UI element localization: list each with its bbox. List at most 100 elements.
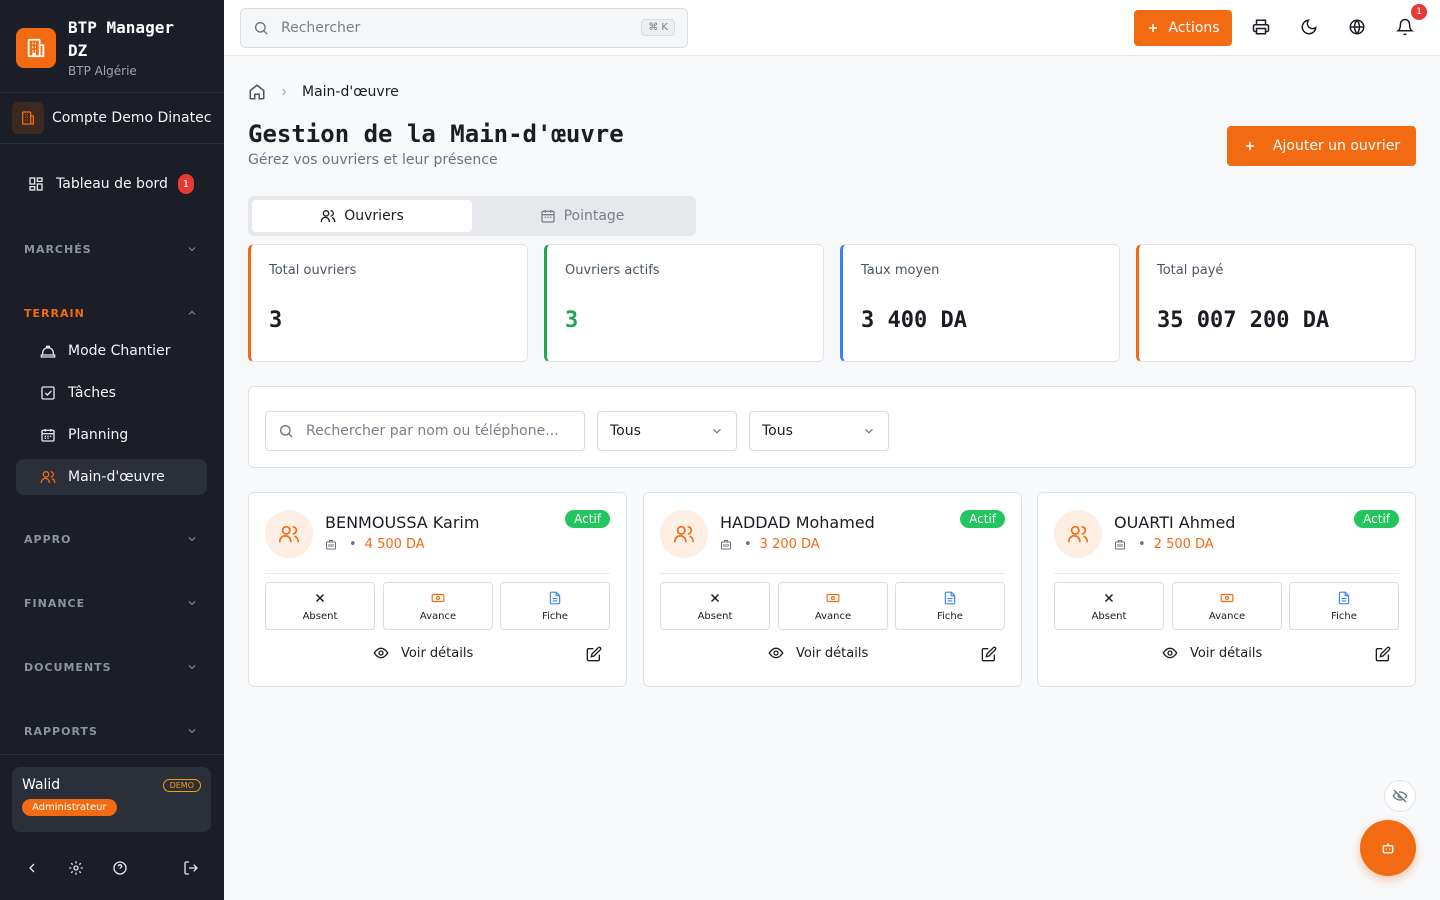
sidebar: BTP Manager DZ BTP Algérie Compte Demo D… [0, 0, 224, 900]
actions-button[interactable]: Actions [1134, 10, 1232, 46]
status-badge: Actif [565, 510, 610, 528]
chevron-down-icon [713, 428, 721, 434]
add-worker-button[interactable]: Ajouter un ouvrier [1227, 126, 1416, 166]
section-label: APPRO [24, 532, 72, 546]
section-label: FINANCE [24, 596, 86, 610]
search-icon [280, 425, 293, 438]
users-icon [40, 469, 56, 485]
account-switcher[interactable]: Compte Demo Dinatec [0, 92, 224, 144]
chevron-down-icon [865, 428, 873, 434]
chevron-up-icon [186, 307, 198, 319]
stat-card: Total ouvriers 3 [248, 244, 528, 362]
sidebar-item-label: Planning [68, 427, 129, 443]
avance-label: Avance [814, 610, 852, 622]
dark-mode-moon-icon[interactable] [1300, 18, 1318, 36]
fiche-button[interactable]: Fiche [895, 582, 1005, 630]
type-filter-select[interactable]: Tous [749, 411, 889, 451]
avance-button[interactable]: Avance [778, 582, 888, 630]
worker-meta: • 4 500 DA [325, 537, 425, 552]
sidebar-item-taches[interactable]: Tâches [16, 375, 207, 411]
page-title: Gestion de la Main-d'œuvre [248, 120, 624, 148]
tab-pointage[interactable]: Pointage [472, 200, 692, 232]
topbar: Rechercher ⌘ K Actions 1 [224, 0, 1440, 56]
hide-toggle-eye-off-icon[interactable] [1384, 780, 1416, 812]
home-icon[interactable] [248, 83, 266, 101]
worker-name: OUARTI Ahmed [1114, 513, 1236, 532]
add-worker-label: Ajouter un ouvrier [1272, 138, 1401, 154]
close-icon [1102, 591, 1116, 605]
fiche-button[interactable]: Fiche [1289, 582, 1399, 630]
worker-rate: 4 500 DA [364, 537, 425, 552]
user-card[interactable]: Walid DEMO Administrateur [12, 767, 211, 832]
view-details-button[interactable]: Voir détails [1162, 645, 1262, 661]
avance-label: Avance [1208, 610, 1246, 622]
absent-label: Absent [302, 610, 338, 622]
calendar-icon [40, 427, 56, 443]
settings-gear-icon[interactable] [68, 860, 84, 876]
view-details-label: Voir détails [796, 645, 869, 661]
fiche-button[interactable]: Fiche [500, 582, 610, 630]
sidebar-item-mode-chantier[interactable]: Mode Chantier [16, 333, 207, 369]
global-search-input[interactable]: Rechercher ⌘ K [240, 8, 688, 48]
section-terrain[interactable]: TERRAIN [0, 303, 224, 323]
users-icon [265, 510, 313, 558]
assistant-bot-button[interactable] [1360, 820, 1416, 876]
tab-ouvriers[interactable]: Ouvriers [252, 200, 472, 232]
worker-search-input[interactable]: Rechercher par nom ou téléphone... [265, 411, 585, 451]
cash-icon [431, 591, 445, 605]
status-filter-select[interactable]: Tous [597, 411, 737, 451]
stat-value: 35 007 200 DA [1157, 308, 1330, 333]
select-value: Tous [610, 423, 641, 439]
absent-button[interactable]: Absent [265, 582, 375, 630]
absent-label: Absent [697, 610, 733, 622]
building-icon [325, 539, 337, 551]
status-badge: Actif [960, 510, 1005, 528]
role-badge: Administrateur [22, 799, 117, 816]
sidebar-item-planning[interactable]: Planning [16, 417, 207, 453]
demo-badge: DEMO [162, 779, 201, 792]
notifications-bell-icon[interactable] [1396, 18, 1414, 36]
section-rapports[interactable]: RAPPORTS [0, 721, 224, 741]
avance-button[interactable]: Avance [1172, 582, 1282, 630]
stat-value: 3 [565, 308, 579, 333]
file-icon [943, 591, 957, 605]
stat-value: 3 [269, 308, 283, 333]
edit-icon[interactable] [981, 646, 997, 662]
notification-badge: 1 [1411, 4, 1427, 20]
section-appro[interactable]: APPRO [0, 529, 224, 549]
users-icon [660, 510, 708, 558]
print-icon[interactable] [1252, 18, 1270, 36]
logout-icon[interactable] [183, 860, 199, 876]
view-details-button[interactable]: Voir détails [768, 645, 868, 661]
select-value: Tous [762, 423, 793, 439]
worker-name: BENMOUSSA Karim [325, 513, 480, 532]
avance-button[interactable]: Avance [383, 582, 493, 630]
edit-icon[interactable] [1375, 646, 1391, 662]
absent-button[interactable]: Absent [1054, 582, 1164, 630]
dashboard-icon [28, 176, 44, 192]
edit-icon[interactable] [586, 646, 602, 662]
breadcrumb-current: Main-d'œuvre [302, 84, 399, 100]
sidebar-item-dashboard[interactable]: Tableau de bord 1 [16, 166, 208, 202]
language-globe-icon[interactable] [1348, 18, 1366, 36]
section-marches[interactable]: MARCHÉS [0, 239, 224, 259]
stat-label: Total payé [1157, 263, 1224, 278]
stat-card: Total payé 35 007 200 DA [1136, 244, 1416, 362]
section-label: TERRAIN [24, 306, 85, 320]
sidebar-item-label: Mode Chantier [68, 343, 171, 359]
absent-button[interactable]: Absent [660, 582, 770, 630]
stat-label: Taux moyen [861, 263, 940, 278]
sidebar-item-main-oeuvre[interactable]: Main-d'œuvre [16, 459, 207, 495]
section-finance[interactable]: FINANCE [0, 593, 224, 613]
help-icon[interactable] [112, 860, 128, 876]
building-logo-icon [16, 28, 56, 68]
worker-card: BENMOUSSA Karim • 4 500 DA Actif Absent Avanc… [248, 492, 627, 687]
close-icon [708, 591, 722, 605]
worker-name: HADDAD Mohamed [720, 513, 875, 532]
section-documents[interactable]: DOCUMENTS [0, 657, 224, 677]
view-details-button[interactable]: Voir détails [373, 645, 473, 661]
collapse-chevron-left-icon[interactable] [24, 860, 40, 876]
plus-icon [1245, 141, 1255, 151]
tab-label: Pointage [563, 208, 625, 224]
eye-icon [1162, 645, 1178, 661]
